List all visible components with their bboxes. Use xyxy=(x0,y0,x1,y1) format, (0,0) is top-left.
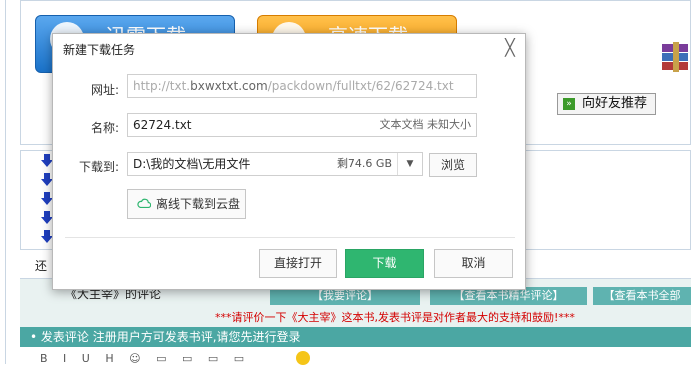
recommend-icon: » xyxy=(563,98,575,110)
url-host: bxwxtxt.com xyxy=(190,79,268,93)
free-space: 剩74.6 GB xyxy=(336,157,392,170)
save-path-select[interactable]: D:\我的文档\无用文件 剩74.6 GB ▼ xyxy=(127,152,423,176)
save-to-label: 下载到: xyxy=(78,160,119,174)
background-text: 还 xyxy=(35,259,48,273)
smiley-icon[interactable] xyxy=(296,351,310,365)
cancel-button[interactable]: 取消 xyxy=(434,249,513,278)
filename-value: 62724.txt xyxy=(133,118,192,132)
save-path-value: D:\我的文档\无用文件 xyxy=(133,157,251,171)
all-reviews-link[interactable]: 【查看本书全部 xyxy=(593,287,691,305)
browse-button[interactable]: 浏览 xyxy=(429,153,477,177)
open-directly-button[interactable]: 直接打开 xyxy=(259,249,337,278)
dialog-title: 新建下载任务 xyxy=(63,43,136,57)
post-review-bar: • 发表评论 注册用户方可发表书评,请您先进行登录 xyxy=(20,327,691,347)
dialog-divider xyxy=(65,237,515,238)
review-notice: ***请评价一下《大主宰》这本书,发表书评是对作者最大的支持和鼓励!*** xyxy=(215,311,575,324)
file-type-size: 文本文档 未知大小 xyxy=(379,118,472,131)
new-download-dialog: 新建下载任务 ╳ 网址: http://txt.bxwxtxt.com/pack… xyxy=(52,33,526,290)
left-frame-border xyxy=(0,0,6,364)
filename-field[interactable]: 62724.txt 文本文档 未知大小 xyxy=(127,113,477,137)
offline-cloud-download-label: 离线下载到云盘 xyxy=(156,197,241,211)
download-button[interactable]: 下载 xyxy=(345,249,424,278)
name-label: 名称: xyxy=(90,121,119,135)
chevron-down-icon[interactable]: ▼ xyxy=(397,153,422,175)
cloud-icon xyxy=(137,198,151,208)
offline-cloud-download-button[interactable]: 离线下载到云盘 xyxy=(127,189,246,219)
winrar-icon xyxy=(662,42,688,72)
url-prefix: http://txt. xyxy=(133,79,191,93)
recommend-label: 向好友推荐 xyxy=(582,96,648,111)
close-icon[interactable]: ╳ xyxy=(501,39,519,57)
url-field[interactable]: http://txt.bxwxtxt.com/packdown/fulltxt/… xyxy=(127,74,477,98)
recommend-to-friend-button[interactable]: » 向好友推荐 xyxy=(557,93,656,115)
url-label: 网址: xyxy=(90,83,119,97)
editor-toolbar[interactable]: B I U H ☺ ▭ ▭ ▭ ▭ xyxy=(40,352,250,365)
url-path: /packdown/fulltxt/62/62724.txt xyxy=(267,79,454,93)
